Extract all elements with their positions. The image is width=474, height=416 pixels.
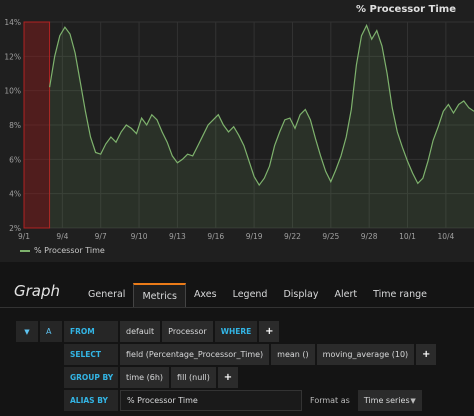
time-group-segment[interactable]: time (6h) — [120, 367, 170, 388]
x-tick-label: 9/16 — [207, 232, 224, 241]
x-tick-label: 9/1 — [18, 232, 30, 241]
legend: % Processor Time — [20, 246, 105, 255]
tab-display[interactable]: Display — [275, 283, 326, 307]
query-row-select: SELECT field (Percentage_Processor_Time)… — [16, 344, 438, 365]
tab-time-range[interactable]: Time range — [365, 283, 435, 307]
y-tick-label: 4% — [9, 190, 21, 199]
x-tick-label: 10/1 — [399, 232, 416, 241]
tab-alert[interactable]: Alert — [327, 283, 366, 307]
y-tick-label: 14% — [4, 18, 21, 27]
tab-axes[interactable]: Axes — [186, 283, 225, 307]
add-group-by-button[interactable]: + — [217, 367, 238, 388]
x-tick-label: 9/4 — [56, 232, 68, 241]
query-row-alias: ALIAS BY % Processor Time Format as Time… — [16, 390, 424, 411]
x-tick-label: 9/19 — [246, 232, 263, 241]
policy-segment[interactable]: default — [120, 321, 161, 342]
query-row-from: ▼ A FROM default Processor WHERE + — [16, 321, 281, 342]
fill-segment[interactable]: fill (null) — [171, 367, 216, 388]
add-where-button[interactable]: + — [259, 321, 280, 342]
tab-divider — [0, 307, 474, 308]
from-keyword: FROM — [64, 321, 118, 342]
x-tick-label: 9/28 — [361, 232, 378, 241]
field-segment[interactable]: field (Percentage_Processor_Time) — [120, 344, 270, 365]
query-row-group-by: GROUP BY time (6h) fill (null) + — [16, 367, 240, 388]
format-as-label: Format as — [310, 396, 350, 405]
x-tick-label: 9/7 — [95, 232, 107, 241]
where-keyword: WHERE — [214, 321, 258, 342]
tab-general[interactable]: General — [80, 283, 133, 307]
y-tick-label: 10% — [4, 87, 21, 96]
editor-tabs: General Metrics Axes Legend Display Aler… — [80, 283, 435, 307]
query-ref-id[interactable]: A — [40, 321, 62, 342]
caret-down-icon: ▼ — [410, 396, 416, 405]
group-by-keyword: GROUP BY — [64, 367, 118, 388]
add-select-button[interactable]: + — [416, 344, 437, 365]
legend-swatch — [20, 249, 30, 252]
tab-legend[interactable]: Legend — [225, 283, 276, 307]
x-tick-label: 9/13 — [169, 232, 186, 241]
graph-panel: % Processor Time 14% 12% 10% 8% 6% 4% 2% 9/1 9/4… — [0, 0, 474, 262]
legend-label[interactable]: % Processor Time — [34, 246, 105, 255]
editor-title: Graph — [14, 282, 61, 300]
format-select[interactable]: Time series ▼ — [357, 390, 422, 411]
tab-metrics[interactable]: Metrics — [133, 283, 186, 307]
y-tick-label: 8% — [9, 121, 21, 130]
line-chart: 14%12%10%8%6%4%2%9/1 9/4 9/7 9/10 9/13 9/16 9/… — [4, 18, 474, 241]
highlight-region — [23, 21, 51, 229]
caret-down-icon[interactable]: ▼ — [16, 321, 38, 342]
measurement-segment[interactable]: Processor — [162, 321, 213, 342]
transform-segment[interactable]: moving_average (10) — [316, 344, 415, 365]
alias-keyword: ALIAS BY — [64, 390, 118, 411]
y-tick-label: 12% — [4, 52, 21, 61]
x-tick-label: 9/22 — [284, 232, 301, 241]
x-tick-label: 9/10 — [131, 232, 148, 241]
alias-input[interactable]: % Processor Time — [120, 390, 302, 411]
x-tick-label: 9/25 — [322, 232, 339, 241]
format-select-value: Time series — [363, 396, 410, 405]
y-tick-label: 6% — [9, 155, 21, 164]
select-keyword: SELECT — [64, 344, 118, 365]
panel-editor: Graph General Metrics Axes Legend Displa… — [0, 262, 474, 416]
x-tick-label: 10/4 — [437, 232, 454, 241]
aggregation-segment[interactable]: mean () — [271, 344, 315, 365]
